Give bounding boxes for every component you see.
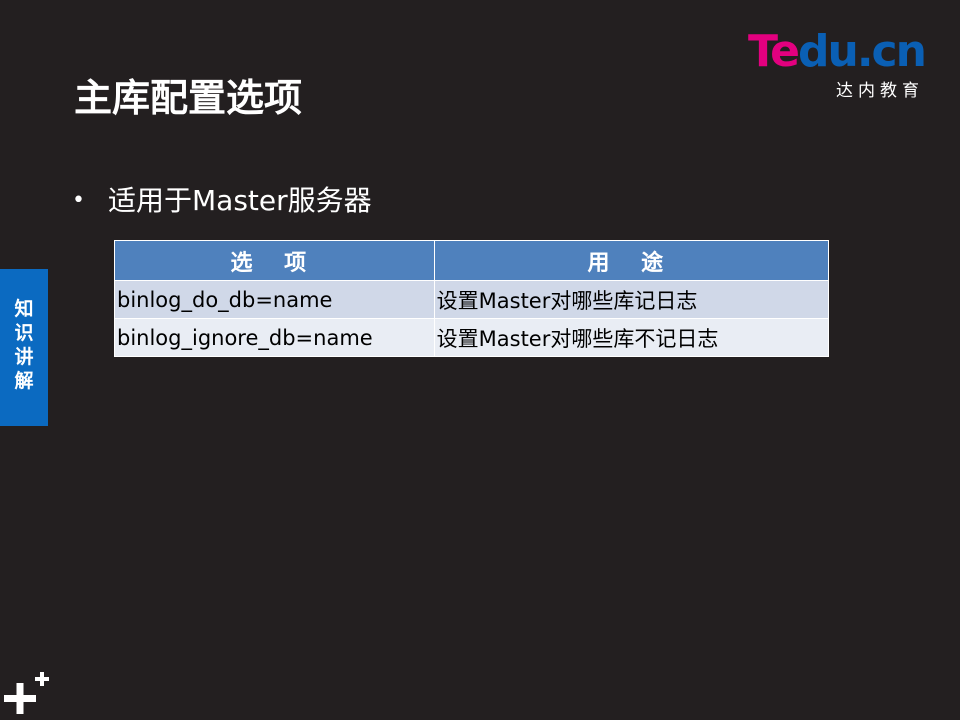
section-tab-label: 知识讲解 — [14, 298, 34, 392]
logo-subtitle: 达内教育 — [836, 81, 924, 101]
option-cell: binlog_do_db=name — [114, 280, 435, 319]
bullet-symbol: • — [72, 188, 85, 213]
bullet-text: 适用于Master服务器 — [108, 184, 372, 217]
options-table: 选 项 用 途 binlog_do_db=name 设置Master对哪些库记日… — [114, 240, 830, 357]
section-tab: 知识讲解 — [0, 269, 48, 426]
tedu-logo: Tedu.cn 达内教育 — [748, 26, 930, 102]
logo-wordmark-pink: Te — [748, 26, 800, 77]
header-purpose: 用 途 — [433, 240, 830, 281]
logo-wordmark-blue: du.cn — [798, 26, 927, 77]
slide-title: 主库配置选项 — [74, 76, 303, 120]
table-row: binlog_do_db=name 设置Master对哪些库记日志 — [114, 280, 830, 319]
purpose-cell: 设置Master对哪些库记日志 — [433, 280, 830, 319]
header-option: 选 项 — [114, 240, 435, 281]
plus-icon — [4, 672, 49, 714]
option-cell: binlog_ignore_db=name — [114, 318, 435, 357]
bullet-item: • 适用于Master服务器 — [72, 181, 372, 221]
table-row: binlog_ignore_db=name 设置Master对哪些库不记日志 — [114, 318, 830, 357]
purpose-cell: 设置Master对哪些库不记日志 — [433, 318, 830, 357]
logo-wordmark: Tedu.cn — [748, 26, 927, 77]
table-header-row: 选 项 用 途 — [114, 240, 830, 281]
